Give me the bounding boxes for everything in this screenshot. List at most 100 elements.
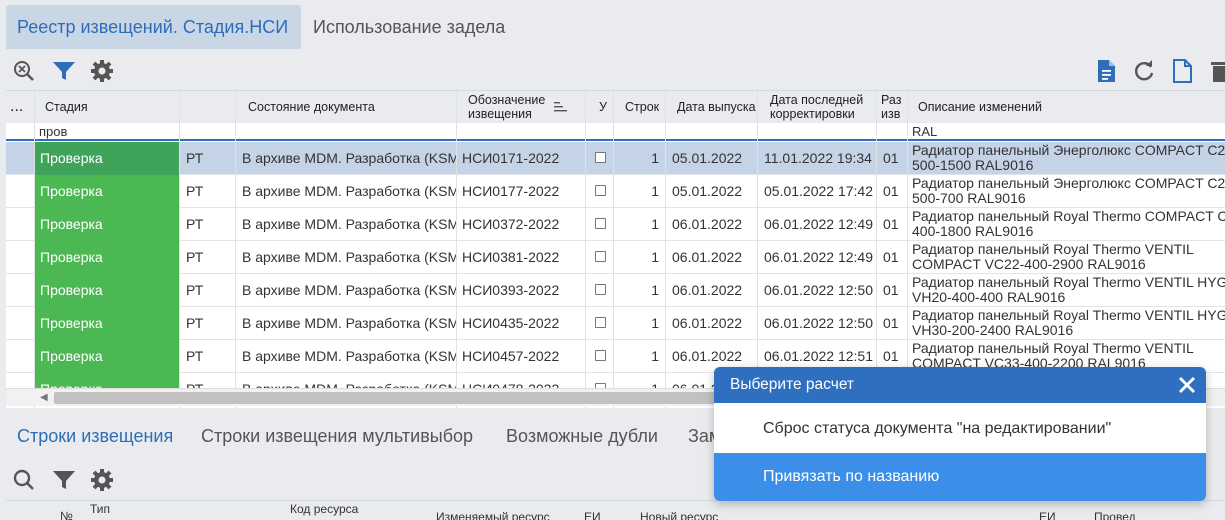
table-row[interactable]: Проверка РТ В архиве MDM. Разработка (KSM)…: [6, 142, 1225, 175]
table-row[interactable]: Проверка РТ В архиве MDM. Разработка (KSM)…: [6, 241, 1225, 274]
col-header-notice-id[interactable]: Обозначение извещения: [462, 91, 557, 123]
tab-notice-registry[interactable]: Реестр извещений. Стадия.НСИ: [6, 5, 301, 49]
release-date-cell: 06.01.2022: [672, 315, 743, 331]
type-cell: РТ: [186, 282, 204, 298]
stage-badge: Проверка: [34, 241, 179, 274]
description-line-1: Радиатор панельный Энерголюкс COMPACT C2…: [912, 175, 1225, 191]
new-file-icon[interactable]: [1169, 58, 1195, 84]
option-reset-status[interactable]: Сброс статуса документа "на редактирован…: [714, 405, 1206, 453]
doc-state-cell: В архиве MDM. Разработка (KSM): [242, 282, 456, 298]
filter-icon[interactable]: [51, 58, 77, 84]
filter-row: пров RAL: [6, 123, 1225, 141]
release-date-cell: 05.01.2022: [672, 150, 743, 166]
rows-count-cell: 1: [651, 183, 659, 199]
doc-state-cell: В архиве MDM. Разработка (KSM): [242, 315, 456, 331]
col-header-changed-res[interactable]: Изменяемый ресурс: [436, 510, 550, 520]
release-date-cell: 06.01.2022: [672, 249, 743, 265]
close-icon[interactable]: [1174, 372, 1200, 398]
scroll-left-icon[interactable]: ◀: [40, 392, 48, 403]
col-header-stage[interactable]: Стадия: [39, 91, 179, 123]
release-date-cell: 06.01.2022: [672, 216, 743, 232]
scrollbar-thumb[interactable]: [54, 392, 754, 404]
grid-header: ... Стадия Состояние документа Обозначен…: [6, 91, 1225, 123]
doc-state-cell: В архиве MDM. Разработка (KSM): [242, 249, 456, 265]
table-row[interactable]: Проверка РТ В архиве MDM. Разработка (KSM)…: [6, 274, 1225, 307]
description-cell: Радиатор панельный Энерголюкс COMPACT C2…: [912, 142, 1225, 175]
search-icon[interactable]: [11, 467, 37, 493]
tab-backlog-usage[interactable]: Использование задела: [302, 5, 516, 49]
col-header-res-code[interactable]: Код ресурса: [290, 502, 358, 516]
col-header-desc[interactable]: Описание изменений: [912, 91, 1212, 123]
filter-icon[interactable]: [51, 467, 77, 493]
description-line-2: 500-700 RAL9016: [912, 190, 1026, 206]
stage-badge: Проверка: [34, 340, 179, 373]
col-header-last-edit[interactable]: Дата последней корректировки: [764, 91, 879, 123]
type-cell: РТ: [186, 315, 204, 331]
col-header-type[interactable]: [179, 91, 235, 123]
stage-badge: Проверка: [34, 142, 179, 175]
rows-count-cell: 1: [651, 348, 659, 364]
notice-id-cell: НСИ0171-2022: [462, 150, 560, 166]
choose-calculation-dialog: Выберите расчет Сброс статуса документа …: [714, 367, 1206, 501]
clear-filter-icon[interactable]: [11, 58, 37, 84]
col-header-num[interactable]: №: [60, 509, 73, 520]
table-row[interactable]: Проверка РТ В архиве MDM. Разработка (KSM)…: [6, 208, 1225, 241]
description-line-1: Радиатор панельный Royal Thermo VENTIL: [912, 241, 1194, 257]
last-edit-cell: 06.01.2022 12:50: [764, 282, 873, 298]
notice-id-cell: НСИ0381-2022: [462, 249, 560, 265]
col-header-new-res[interactable]: Новый ресурс: [640, 510, 718, 520]
grid-toolbar: [0, 52, 1225, 90]
document-icon[interactable]: [1093, 58, 1119, 84]
col-header-release-date[interactable]: Дата выпуска: [671, 91, 761, 123]
gear-icon[interactable]: [89, 467, 115, 493]
table-row[interactable]: Проверка РТ В архиве MDM. Разработка (KSM)…: [6, 175, 1225, 208]
col-header-rev[interactable]: Раз изв: [875, 91, 909, 123]
table-row[interactable]: Проверка РТ В архиве MDM. Разработка (KSM)…: [6, 307, 1225, 340]
rev-cell: 01: [883, 315, 899, 331]
col-header-ei2[interactable]: ЕИ: [1039, 510, 1056, 520]
doc-state-cell: В архиве MDM. Разработка (KSM): [242, 183, 456, 199]
checkbox[interactable]: [595, 185, 606, 196]
tab-notice-lines[interactable]: Строки извещения: [17, 426, 173, 447]
description-cell: Радиатор панельный Royal Thermo VENTIL CO…: [912, 241, 1225, 274]
rev-cell: 01: [883, 216, 899, 232]
checkbox[interactable]: [595, 152, 606, 163]
checkbox[interactable]: [595, 218, 606, 229]
rev-cell: 01: [883, 282, 899, 298]
notice-grid: ... Стадия Состояние документа Обозначен…: [6, 90, 1225, 408]
column-menu-button[interactable]: ...: [6, 91, 34, 123]
filter-input-desc[interactable]: RAL: [912, 124, 1212, 139]
description-line-1: Радиатор панельный Энерголюкс COMPACT C2…: [912, 142, 1225, 158]
doc-state-cell: В архиве MDM. Разработка (KSM): [242, 348, 456, 364]
type-cell: РТ: [186, 348, 204, 364]
refresh-icon[interactable]: [1131, 58, 1157, 84]
tab-possible-duplicates[interactable]: Возможные дубли: [506, 426, 658, 447]
stage-badge: Проверка: [34, 274, 179, 307]
last-edit-cell: 06.01.2022 12:49: [764, 216, 873, 232]
sort-icon[interactable]: [554, 100, 568, 114]
gear-icon[interactable]: [89, 58, 115, 84]
col-header-rows[interactable]: Строк: [619, 91, 667, 123]
col-header-posted[interactable]: Провед: [1094, 510, 1136, 520]
rows-count-cell: 1: [651, 282, 659, 298]
notice-id-cell: НСИ0372-2022: [462, 216, 560, 232]
col-header-ei[interactable]: ЕИ: [584, 510, 601, 520]
description-line-2: 500-1500 RAL9016: [912, 157, 1034, 173]
description-line-2: 400-1800 RAL9016: [912, 223, 1034, 239]
checkbox[interactable]: [595, 350, 606, 361]
last-edit-cell: 11.01.2022 19:34: [764, 150, 872, 166]
checkbox[interactable]: [595, 284, 606, 295]
col-header-type[interactable]: Тип: [90, 502, 110, 516]
lines-grid-header: № Тип Код ресурса Изменяемый ресурс ЕИ Н…: [6, 500, 1225, 520]
top-tab-bar: Реестр извещений. Стадия.НСИ Использован…: [0, 0, 1225, 52]
rev-cell: 01: [883, 183, 899, 199]
trash-icon[interactable]: [1208, 58, 1225, 84]
tab-notice-lines-multiselect[interactable]: Строки извещения мультивыбор: [201, 426, 473, 447]
checkbox[interactable]: [595, 317, 606, 328]
col-header-doc-state[interactable]: Состояние документа: [242, 91, 462, 123]
description-line-2: COMPACT VC22-400-2900 RAL9016: [912, 256, 1146, 272]
checkbox[interactable]: [595, 251, 606, 262]
filter-input-stage[interactable]: пров: [39, 124, 179, 139]
stage-badge: Проверка: [34, 208, 179, 241]
option-link-by-name[interactable]: Привязать по названию: [714, 453, 1206, 501]
